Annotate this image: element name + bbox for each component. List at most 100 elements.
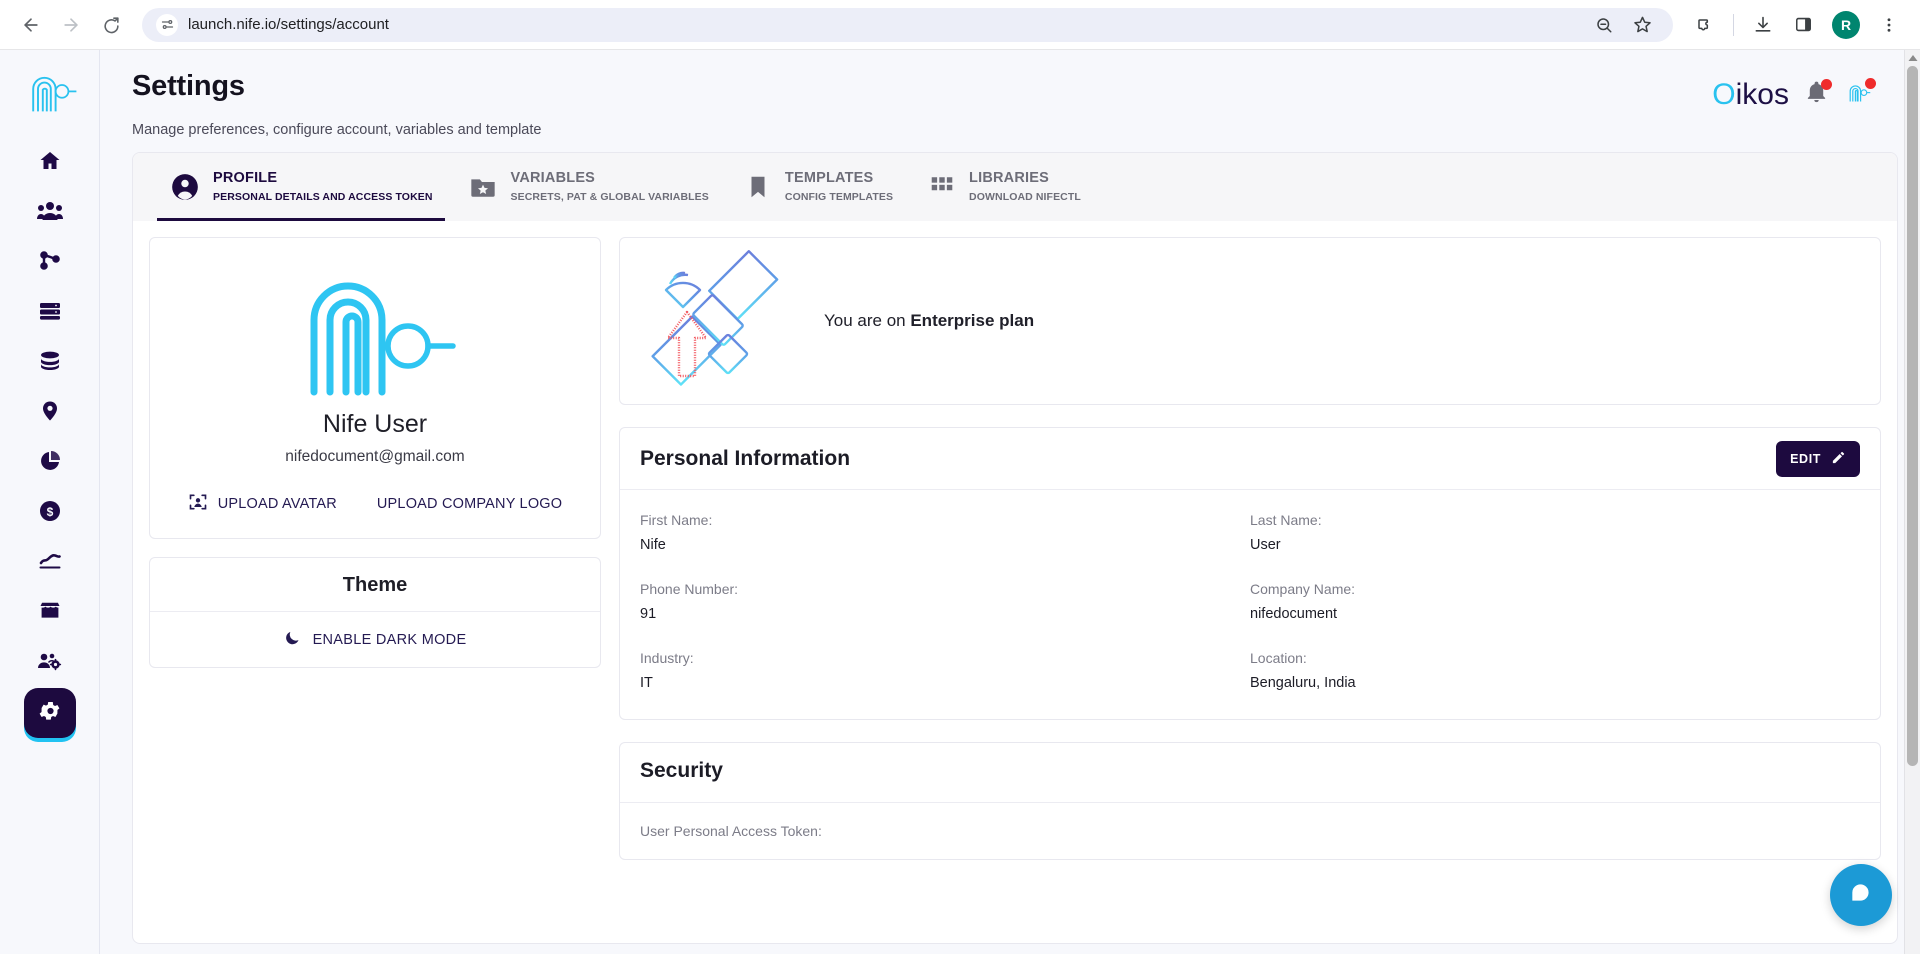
personal-information-title: Personal Information <box>640 447 850 471</box>
upload-avatar-label: UPLOAD AVATAR <box>218 496 337 512</box>
sidebar-item-marketplace[interactable] <box>24 588 76 638</box>
pie-chart-icon <box>38 449 62 478</box>
workspace-badge-dot <box>1865 78 1876 89</box>
plan-card: You are on Enterprise plan <box>619 237 1881 405</box>
users-gear-icon <box>37 649 62 678</box>
upload-company-logo-button[interactable]: UPLOAD COMPANY LOGO <box>377 496 562 512</box>
map-pin-icon <box>38 399 62 428</box>
satellite-illustration <box>644 246 804 396</box>
sidebar-item-home[interactable] <box>24 138 76 188</box>
sidebar-item-pipelines[interactable] <box>24 238 76 288</box>
plan-name: Enterprise plan <box>910 311 1034 330</box>
address-bar[interactable]: launch.nife.io/settings/account <box>142 8 1673 42</box>
chat-widget-button[interactable] <box>1830 864 1892 926</box>
tab-sublabel: PERSONAL DETAILS AND ACCESS TOKEN <box>213 191 433 203</box>
workspace-switch-button[interactable] <box>1844 80 1872 111</box>
site-settings-icon[interactable] <box>156 14 178 36</box>
personal-information-header: Personal Information EDIT <box>620 428 1880 490</box>
svg-text:$: $ <box>46 505 53 519</box>
security-body: User Personal Access Token: <box>620 803 1880 859</box>
sidebar-item-locations[interactable] <box>24 388 76 438</box>
theme-card: Theme ENABLE DARK MODE <box>149 557 601 668</box>
right-column: You are on Enterprise plan Personal Info… <box>619 237 1881 860</box>
tab-sublabel: CONFIG TEMPLATES <box>785 191 893 203</box>
enable-dark-mode-button[interactable]: ENABLE DARK MODE <box>150 612 600 667</box>
notification-badge-dot <box>1821 79 1832 90</box>
toolbar-divider <box>1733 14 1734 36</box>
settings-tabs: PROFILE PERSONAL DETAILS AND ACCESS TOKE… <box>133 153 1897 221</box>
field-location: Location: Bengaluru, India <box>1250 650 1860 691</box>
edit-label: EDIT <box>1790 452 1821 466</box>
trending-line-icon <box>38 549 62 578</box>
scroll-up-icon[interactable] <box>1905 50 1920 66</box>
tab-profile[interactable]: PROFILE PERSONAL DETAILS AND ACCESS TOKE… <box>157 153 455 221</box>
page-subtitle: Manage preferences, configure account, v… <box>132 122 541 138</box>
download-icon[interactable] <box>1746 8 1780 42</box>
tab-label: PROFILE <box>213 170 277 186</box>
zoom-out-icon[interactable] <box>1587 8 1621 42</box>
field-last-name: Last Name: User <box>1250 512 1860 553</box>
side-panel-icon[interactable] <box>1786 8 1820 42</box>
field-label: Phone Number: <box>640 581 1250 597</box>
notifications-button[interactable] <box>1805 81 1828 109</box>
sidebar-item-settings[interactable] <box>24 688 76 738</box>
chat-bubble-icon <box>1848 880 1874 911</box>
plan-prefix: You are on <box>824 311 910 330</box>
browser-profile-avatar[interactable]: R <box>1832 11 1860 39</box>
bookmark-icon <box>745 173 771 201</box>
field-phone-number: Phone Number: 91 <box>640 581 1250 622</box>
tab-libraries[interactable]: LIBRARIES DOWNLOAD NIFECTL <box>915 153 1103 221</box>
field-value: 91 <box>640 606 1250 622</box>
security-title: Security <box>640 759 1860 783</box>
sidebar-item-databases[interactable] <box>24 338 76 388</box>
forward-arrow-icon[interactable] <box>54 8 88 42</box>
upload-company-logo-label: UPLOAD COMPANY LOGO <box>377 496 562 512</box>
reload-icon[interactable] <box>94 8 128 42</box>
tab-sublabel: DOWNLOAD NIFECTL <box>969 191 1081 203</box>
sidebar-item-billing[interactable]: $ <box>24 488 76 538</box>
edit-personal-information-button[interactable]: EDIT <box>1776 441 1860 477</box>
sidebar-item-metrics[interactable] <box>24 538 76 588</box>
tab-label: LIBRARIES <box>969 170 1049 186</box>
back-arrow-icon[interactable] <box>14 8 48 42</box>
page-title: Settings <box>132 70 541 103</box>
field-value: IT <box>640 675 1250 691</box>
sidebar-item-user-management[interactable] <box>24 638 76 688</box>
enable-dark-mode-label: ENABLE DARK MODE <box>313 632 467 648</box>
left-column: Nife User nifedocument@gmail.com UPLOAD … <box>149 237 601 860</box>
field-company-name: Company Name: nifedocument <box>1250 581 1860 622</box>
store-icon <box>38 599 62 628</box>
brand-initial: O <box>1712 78 1735 111</box>
sidebar-item-analytics[interactable] <box>24 438 76 488</box>
personal-information-fields: First Name: Nife Last Name: User Phone N… <box>620 490 1880 719</box>
plan-text: You are on Enterprise plan <box>824 311 1034 331</box>
app-shell: $ Settings Manage <box>0 50 1920 954</box>
sidebar-item-servers[interactable] <box>24 288 76 338</box>
field-value: Nife <box>640 537 1250 553</box>
server-icon <box>38 299 62 328</box>
three-dot-menu-icon[interactable] <box>1872 8 1906 42</box>
nife-logo[interactable] <box>22 64 78 122</box>
profile-email: nifedocument@gmail.com <box>150 448 600 466</box>
tab-variables[interactable]: VARIABLES SECRETS, PAT & GLOBAL VARIABLE… <box>455 153 731 221</box>
main-content: Settings Manage preferences, configure a… <box>100 50 1920 954</box>
users-icon <box>37 199 63 228</box>
sidebar-item-teams[interactable] <box>24 188 76 238</box>
page-scrollbar[interactable] <box>1904 50 1920 954</box>
settings-panel: PROFILE PERSONAL DETAILS AND ACCESS TOKE… <box>132 152 1898 944</box>
field-value: nifedocument <box>1250 606 1860 622</box>
field-value: User <box>1250 537 1860 553</box>
profile-tab-content: Nife User nifedocument@gmail.com UPLOAD … <box>133 221 1897 860</box>
field-label: Industry: <box>640 650 1250 666</box>
extensions-puzzle-icon[interactable] <box>1687 8 1721 42</box>
tab-templates[interactable]: TEMPLATES CONFIG TEMPLATES <box>731 153 915 221</box>
field-label: Last Name: <box>1250 512 1860 528</box>
pencil-icon <box>1831 450 1846 468</box>
field-label: Company Name: <box>1250 581 1860 597</box>
upload-avatar-button[interactable]: UPLOAD AVATAR <box>188 492 337 516</box>
upload-actions: UPLOAD AVATAR UPLOAD COMPANY LOGO <box>150 492 600 516</box>
scrollbar-thumb[interactable] <box>1907 66 1918 766</box>
theme-title: Theme <box>150 558 600 612</box>
profile-card: Nife User nifedocument@gmail.com UPLOAD … <box>149 237 601 539</box>
star-icon[interactable] <box>1625 8 1659 42</box>
